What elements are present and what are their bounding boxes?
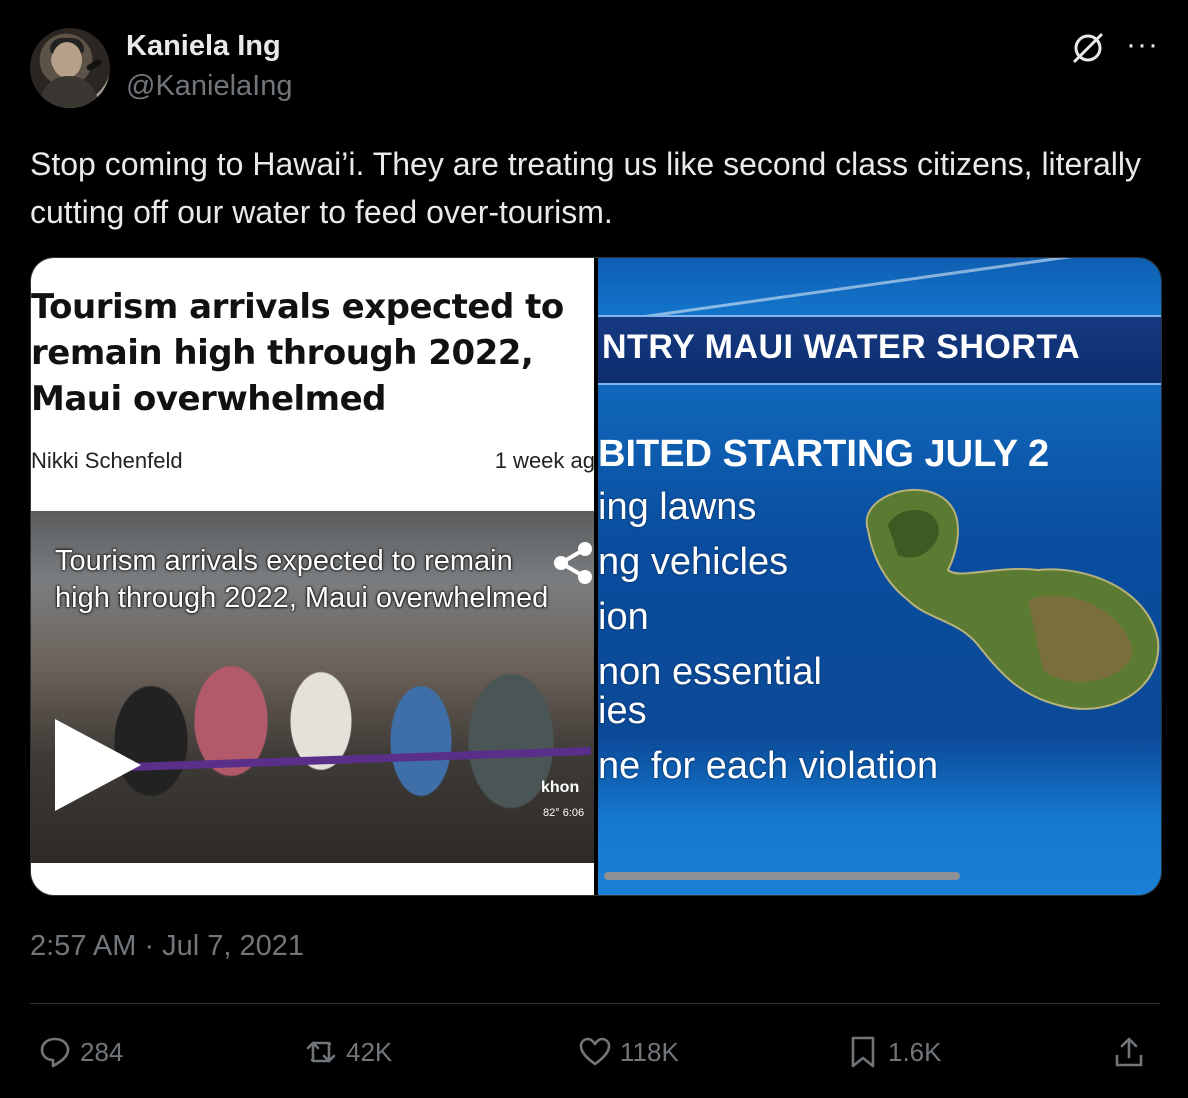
list-item: non essential — [598, 651, 822, 693]
like-count: 118K — [620, 1036, 679, 1067]
share-upload-icon — [1115, 1037, 1143, 1067]
repost-button[interactable]: 42K — [304, 1030, 392, 1074]
grok-icon[interactable] — [1070, 30, 1106, 66]
article-author: Nikki Schenfeld — [31, 448, 183, 473]
station-meta: 82° 6:06 — [543, 807, 585, 819]
station-logo: khon — [541, 779, 580, 796]
news-screenshot[interactable]: NTRY MAUI WATER SHORTA BITED STARTING JU… — [598, 258, 1161, 895]
play-icon[interactable] — [55, 719, 141, 811]
list-item: ne for each violation — [598, 745, 939, 787]
list-item: ing lawns — [598, 486, 757, 528]
news-banner-text: NTRY MAUI WATER SHORTA — [602, 328, 1081, 366]
share-button[interactable] — [1112, 1030, 1146, 1074]
tweet-text: Stop coming to Hawai’i. They are treatin… — [30, 146, 1142, 230]
reply-icon — [40, 1037, 70, 1068]
author-handle[interactable]: @KanielaIng — [126, 70, 293, 103]
article-screenshot[interactable]: Tourism arrivals expected to remain high… — [31, 258, 595, 895]
avatar[interactable] — [30, 28, 110, 108]
bookmark-count: 1.6K — [888, 1036, 942, 1067]
video-thumbnail[interactable]: Tourism arrivals expected to remain high… — [31, 511, 595, 863]
author-name[interactable]: Kaniela Ing — [126, 30, 281, 63]
tweet-media[interactable]: Tourism arrivals expected to remain high… — [30, 257, 1162, 896]
bookmark-button[interactable]: 1.6K — [846, 1030, 942, 1074]
bookmark-icon — [851, 1036, 875, 1068]
repost-icon — [306, 1041, 336, 1063]
divider — [30, 1003, 1160, 1004]
list-item: ng vehicles — [598, 541, 789, 583]
scroll-indicator[interactable] — [604, 872, 960, 880]
share-icon — [554, 542, 592, 584]
article-headline: Tourism arrivals expected to remain high… — [31, 287, 564, 419]
tweet-timestamp[interactable]: 2:57 AM · Jul 7, 2021 — [30, 930, 304, 963]
video-caption: Tourism arrivals expected to remain high… — [55, 545, 549, 614]
article-age: 1 week ag — [494, 448, 595, 473]
like-icon — [579, 1037, 611, 1066]
reply-button[interactable]: 284 — [38, 1030, 123, 1074]
list-item: ies — [598, 690, 647, 732]
list-item: ion — [598, 596, 649, 638]
like-button[interactable]: 118K — [578, 1030, 679, 1074]
repost-count: 42K — [346, 1036, 393, 1067]
maui-map — [865, 489, 1160, 710]
more-icon[interactable]: ··· — [1126, 28, 1159, 62]
reply-count: 284 — [80, 1036, 124, 1067]
